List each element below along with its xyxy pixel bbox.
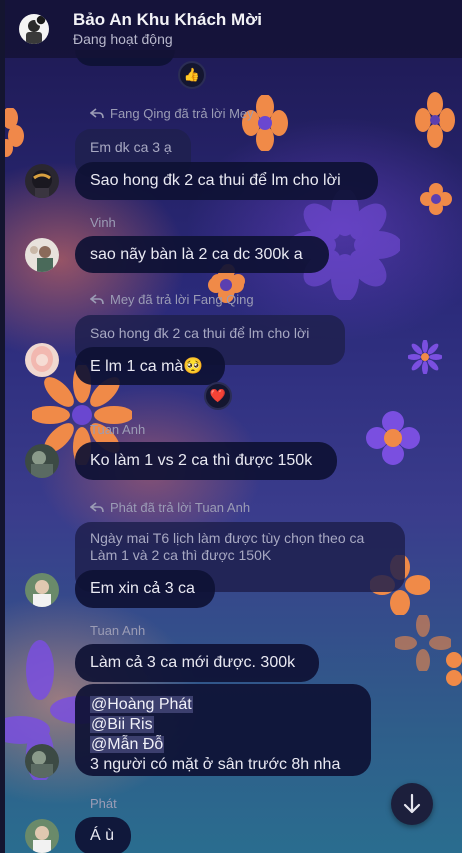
message-bubble[interactable]: E lm 1 ca mà🥺 bbox=[75, 347, 225, 385]
sender-name: Tuan Anh bbox=[90, 623, 146, 638]
reply-arrow-icon bbox=[90, 293, 104, 304]
sender-name: Vinh bbox=[90, 215, 116, 230]
chat-title: Bảo An Khu Khách Mời bbox=[73, 9, 263, 29]
message-text: Em xin cả 3 ca bbox=[90, 580, 195, 597]
message-text: Ko làm 1 vs 2 ca thì được 150k bbox=[90, 452, 313, 469]
reply-label: Fang Qing đã trả lời Mey bbox=[90, 106, 254, 121]
chat-header: Bảo An Khu Khách Mời Đang hoạt động bbox=[5, 0, 462, 58]
group-avatar-icon bbox=[19, 14, 49, 44]
message-list[interactable]: 👍 Fang Qing đã trả lời Mey Em dk ca 3 ạ … bbox=[0, 0, 462, 853]
user-avatar-icon bbox=[25, 573, 59, 607]
message-bubble[interactable]: @Hoàng Phát @Bii Ris @Mẫn Đỗ 3 người có … bbox=[75, 684, 371, 776]
reply-label-text: Fang Qing đã trả lời Mey bbox=[110, 106, 254, 121]
mention-link[interactable]: @Hoàng Phát bbox=[90, 696, 193, 713]
reaction-badge[interactable]: 👍 bbox=[178, 61, 206, 89]
reply-label-text: Phát đã trả lời Tuan Anh bbox=[110, 500, 251, 515]
avatar[interactable] bbox=[25, 343, 59, 377]
group-avatar[interactable] bbox=[19, 14, 49, 44]
message-text: Sao hong đk 2 ca thui để lm cho lời bbox=[90, 172, 341, 189]
thumbs-up-icon: 👍 bbox=[183, 67, 201, 82]
reply-arrow-icon bbox=[90, 501, 104, 512]
message-bubble[interactable]: Em xin cả 3 ca bbox=[75, 570, 215, 608]
avatar[interactable] bbox=[25, 573, 59, 607]
heart-icon: ❤️ bbox=[209, 388, 227, 403]
user-avatar-icon bbox=[25, 444, 59, 478]
avatar[interactable] bbox=[25, 164, 59, 198]
sender-name: Phát bbox=[90, 796, 117, 811]
message-bubble[interactable]: Ko làm 1 vs 2 ca thì được 150k bbox=[75, 442, 337, 480]
avatar[interactable] bbox=[25, 744, 59, 778]
message-text: Á ù bbox=[90, 827, 115, 844]
quoted-text: Làm 1 và 2 ca thì được 150K bbox=[90, 547, 272, 563]
scroll-to-bottom-button[interactable] bbox=[391, 783, 433, 825]
user-avatar-icon bbox=[25, 744, 59, 778]
message-bubble[interactable]: Làm cả 3 ca mới được. 300k bbox=[75, 644, 319, 682]
message-text: E lm 1 ca mà🥺 bbox=[90, 358, 204, 375]
avatar[interactable] bbox=[25, 444, 59, 478]
sender-name: Tuan Anh bbox=[90, 422, 146, 437]
message-bubble[interactable]: Á ù bbox=[75, 817, 131, 853]
message-text: 3 người có mặt ở sân trước 8h nha bbox=[90, 756, 341, 773]
message-text: Làm cả 3 ca mới được. 300k bbox=[90, 654, 296, 671]
message-bubble[interactable]: Sao hong đk 2 ca thui để lm cho lời bbox=[75, 162, 378, 200]
user-avatar-icon bbox=[25, 238, 59, 272]
user-avatar-icon bbox=[25, 343, 59, 377]
reply-label-text: Mey đã trả lời Fang Qing bbox=[110, 292, 254, 307]
user-avatar-icon bbox=[25, 164, 59, 198]
quoted-text: Ngày mai T6 lịch làm được tùy chọn theo … bbox=[90, 530, 365, 546]
avatar[interactable] bbox=[25, 819, 59, 853]
quoted-text: Sao hong đk 2 ca thui để lm cho lời bbox=[90, 325, 310, 341]
reply-label: Mey đã trả lời Fang Qing bbox=[90, 292, 254, 307]
user-avatar-icon bbox=[25, 819, 59, 853]
quoted-text: Em dk ca 3 ạ bbox=[90, 139, 172, 155]
mention-link[interactable]: @Mẫn Đỗ bbox=[90, 736, 165, 753]
reaction-badge[interactable]: ❤️ bbox=[204, 382, 232, 410]
reply-label: Phát đã trả lời Tuan Anh bbox=[90, 500, 250, 515]
reply-arrow-icon bbox=[90, 107, 104, 118]
message-text: sao nãy bàn là 2 ca dc 300k a bbox=[90, 245, 303, 263]
mention-link[interactable]: @Bii Ris bbox=[90, 716, 154, 733]
avatar[interactable] bbox=[25, 238, 59, 272]
active-status: Đang hoạt động bbox=[73, 30, 173, 47]
arrow-down-icon bbox=[403, 793, 421, 814]
message-bubble[interactable]: sao nãy bàn là 2 ca dc 300k a bbox=[75, 236, 329, 273]
